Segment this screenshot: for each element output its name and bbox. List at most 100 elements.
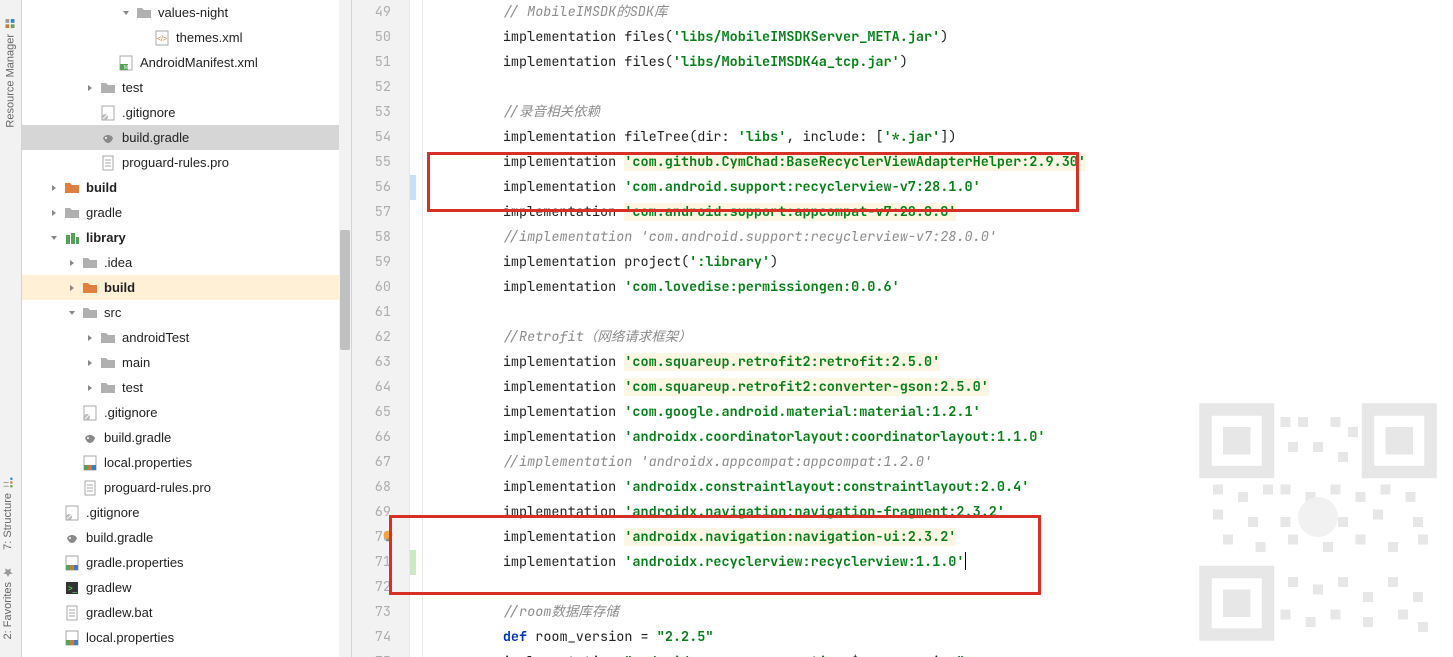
- code-line[interactable]: implementation 'com.lovedise:permissiong…: [438, 275, 1453, 300]
- tree-item-local-properties[interactable]: local.properties: [22, 450, 351, 475]
- tree-item-build-gradle[interactable]: build.gradle: [22, 125, 351, 150]
- code-line[interactable]: //room数据库存储: [438, 600, 1453, 625]
- tree-item-build[interactable]: build: [22, 275, 351, 300]
- line-gutter[interactable]: 4950515253545556575859606162636465666768…: [352, 0, 410, 657]
- tree-item--idea[interactable]: .idea: [22, 250, 351, 275]
- tree-item-androidmanifest-xml[interactable]: MFAndroidManifest.xml: [22, 50, 351, 75]
- line-number[interactable]: 62: [352, 325, 391, 350]
- line-number[interactable]: 58: [352, 225, 391, 250]
- code-line[interactable]: implementation 'com.android.support:recy…: [438, 175, 1453, 200]
- line-number[interactable]: 59: [352, 250, 391, 275]
- tree-item-test[interactable]: test: [22, 75, 351, 100]
- tree-item-gradlew[interactable]: >_gradlew: [22, 575, 351, 600]
- intention-bulb-icon[interactable]: [381, 529, 395, 543]
- code-line[interactable]: implementation 'androidx.recyclerview:re…: [438, 550, 1453, 575]
- expand-arrow-icon[interactable]: [66, 282, 78, 294]
- line-number[interactable]: 70: [352, 525, 391, 550]
- tree-item-library[interactable]: library: [22, 225, 351, 250]
- line-number[interactable]: 60: [352, 275, 391, 300]
- tree-item-themes-xml[interactable]: </>themes.xml: [22, 25, 351, 50]
- code-line[interactable]: implementation fileTree(dir: 'libs', inc…: [438, 125, 1453, 150]
- code-line[interactable]: implementation 'androidx.coordinatorlayo…: [438, 425, 1453, 450]
- line-number[interactable]: 53: [352, 100, 391, 125]
- line-number[interactable]: 75: [352, 650, 391, 657]
- expand-arrow-icon[interactable]: [84, 357, 96, 369]
- tree-item-main[interactable]: main: [22, 350, 351, 375]
- tree-item-src[interactable]: src: [22, 300, 351, 325]
- expand-arrow-icon[interactable]: [48, 207, 60, 219]
- resource-manager-tab[interactable]: Resource Manager: [0, 10, 21, 136]
- line-number[interactable]: 65: [352, 400, 391, 425]
- tree-item--gitignore[interactable]: .gitignore: [22, 500, 351, 525]
- favorites-tab[interactable]: 2: Favorites: [0, 558, 16, 647]
- code-line[interactable]: implementation 'androidx.navigation:navi…: [438, 525, 1453, 550]
- project-tree[interactable]: values-night</>themes.xmlMFAndroidManife…: [22, 0, 352, 657]
- line-number[interactable]: 72: [352, 575, 391, 600]
- line-number[interactable]: 61: [352, 300, 391, 325]
- line-number[interactable]: 63: [352, 350, 391, 375]
- code-line[interactable]: [438, 300, 1453, 325]
- line-number[interactable]: 50: [352, 25, 391, 50]
- expand-arrow-icon[interactable]: [48, 232, 60, 244]
- line-number[interactable]: 51: [352, 50, 391, 75]
- line-number[interactable]: 55: [352, 150, 391, 175]
- code-line[interactable]: [438, 575, 1453, 600]
- code-line[interactable]: implementation 'com.squareup.retrofit2:r…: [438, 350, 1453, 375]
- code-line[interactable]: //Retrofit（网络请求框架）: [438, 325, 1453, 350]
- tree-item-proguard-rules-pro[interactable]: proguard-rules.pro: [22, 475, 351, 500]
- code-line[interactable]: implementation 'androidx.navigation:navi…: [438, 500, 1453, 525]
- code-line[interactable]: implementation 'com.squareup.retrofit2:c…: [438, 375, 1453, 400]
- tree-item-settings-gradle[interactable]: settings.gradle: [22, 650, 351, 657]
- code-line[interactable]: implementation project(':library'): [438, 250, 1453, 275]
- line-number[interactable]: 49: [352, 0, 391, 25]
- code-area[interactable]: // MobileIMSDK的SDK库 implementation files…: [416, 0, 1453, 657]
- code-editor[interactable]: 4950515253545556575859606162636465666768…: [352, 0, 1453, 657]
- tree-scrollbar-thumb[interactable]: [340, 230, 350, 350]
- tree-item-proguard-rules-pro[interactable]: proguard-rules.pro: [22, 150, 351, 175]
- code-line[interactable]: implementation 'com.github.CymChad:BaseR…: [438, 150, 1453, 175]
- expand-arrow-icon[interactable]: [84, 382, 96, 394]
- code-line[interactable]: implementation 'androidx.constraintlayou…: [438, 475, 1453, 500]
- line-number[interactable]: 68: [352, 475, 391, 500]
- code-line[interactable]: implementation 'com.android.support:appc…: [438, 200, 1453, 225]
- expand-arrow-icon[interactable]: [84, 332, 96, 344]
- line-number[interactable]: 54: [352, 125, 391, 150]
- line-number[interactable]: 69: [352, 500, 391, 525]
- tree-item--gitignore[interactable]: .gitignore: [22, 400, 351, 425]
- code-line[interactable]: //implementation 'androidx.appcompat:app…: [438, 450, 1453, 475]
- line-number[interactable]: 56: [352, 175, 391, 200]
- line-number[interactable]: 52: [352, 75, 391, 100]
- line-number[interactable]: 66: [352, 425, 391, 450]
- tree-item-values-night[interactable]: values-night: [22, 0, 351, 25]
- expand-arrow-icon[interactable]: [120, 7, 132, 19]
- tree-item-build[interactable]: build: [22, 175, 351, 200]
- code-line[interactable]: implementation "androidx.room:room-runti…: [438, 650, 1453, 657]
- code-line[interactable]: [438, 75, 1453, 100]
- expand-arrow-icon[interactable]: [66, 307, 78, 319]
- line-number[interactable]: 64: [352, 375, 391, 400]
- code-line[interactable]: //录音相关依赖: [438, 100, 1453, 125]
- tree-item--gitignore[interactable]: .gitignore: [22, 100, 351, 125]
- line-number[interactable]: 73: [352, 600, 391, 625]
- tree-item-test[interactable]: test: [22, 375, 351, 400]
- tree-item-gradlew-bat[interactable]: gradlew.bat: [22, 600, 351, 625]
- code-line[interactable]: //implementation 'com.android.support:re…: [438, 225, 1453, 250]
- code-line[interactable]: implementation files('libs/MobileIMSDKSe…: [438, 25, 1453, 50]
- tree-item-build-gradle[interactable]: build.gradle: [22, 525, 351, 550]
- tree-item-gradle[interactable]: gradle: [22, 200, 351, 225]
- tree-item-local-properties[interactable]: local.properties: [22, 625, 351, 650]
- code-line[interactable]: // MobileIMSDK的SDK库: [438, 0, 1453, 25]
- line-number[interactable]: 74: [352, 625, 391, 650]
- expand-arrow-icon[interactable]: [66, 257, 78, 269]
- tree-item-gradle-properties[interactable]: gradle.properties: [22, 550, 351, 575]
- line-number[interactable]: 57: [352, 200, 391, 225]
- code-line[interactable]: def room_version = "2.2.5": [438, 625, 1453, 650]
- expand-arrow-icon[interactable]: [48, 182, 60, 194]
- code-line[interactable]: implementation 'com.google.android.mater…: [438, 400, 1453, 425]
- tree-scrollbar[interactable]: [339, 0, 351, 657]
- tree-item-androidtest[interactable]: androidTest: [22, 325, 351, 350]
- expand-arrow-icon[interactable]: [84, 82, 96, 94]
- code-line[interactable]: implementation files('libs/MobileIMSDK4a…: [438, 50, 1453, 75]
- line-number[interactable]: 71: [352, 550, 391, 575]
- line-number[interactable]: 67: [352, 450, 391, 475]
